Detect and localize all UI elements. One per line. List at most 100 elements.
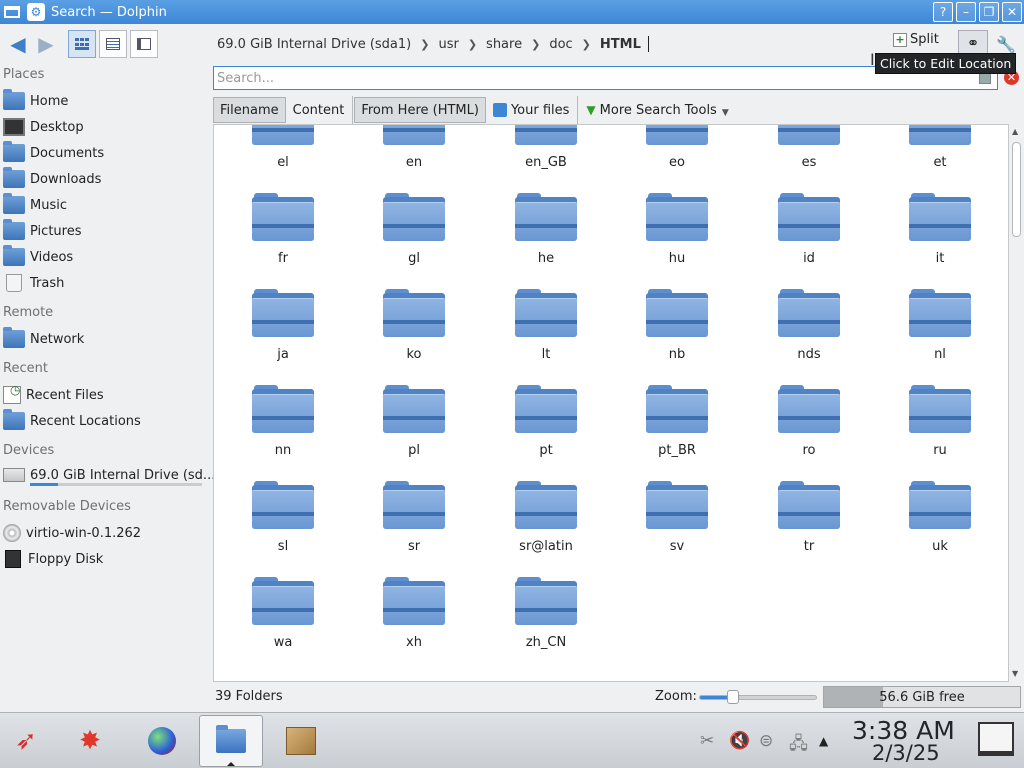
back-button[interactable]: ◀	[4, 30, 32, 58]
volume-muted-icon[interactable]: 🔇	[729, 731, 750, 751]
folder-item[interactable]: en_GB	[486, 125, 606, 187]
taskbar-dolphin[interactable]	[199, 715, 263, 767]
user-home-icon	[492, 103, 507, 117]
zoom-slider[interactable]	[699, 690, 817, 704]
folder-item[interactable]: es	[749, 125, 869, 187]
folder-item[interactable]: xh	[354, 577, 474, 667]
split-button[interactable]: + Split	[893, 32, 939, 47]
icons-view-button[interactable]	[68, 30, 96, 58]
folder-item[interactable]: he	[486, 193, 606, 283]
folder-item[interactable]: el	[223, 125, 343, 187]
folder-item[interactable]: ro	[749, 385, 869, 475]
folder-item[interactable]: eo	[617, 125, 737, 187]
folder-item[interactable]: pt_BR	[617, 385, 737, 475]
folder-item[interactable]: sr	[354, 481, 474, 571]
minimize-button[interactable]: –	[956, 2, 976, 22]
taskbar-package-manager[interactable]	[281, 721, 321, 761]
clock-date[interactable]: 2/3/25	[872, 741, 940, 765]
clipboard-scissors-icon[interactable]: ✂	[700, 731, 714, 751]
folder-item[interactable]: zh_CN	[486, 577, 606, 667]
green-triangle-icon: ▼	[586, 103, 596, 117]
filter-content-button[interactable]: Content	[286, 97, 352, 123]
folder-item[interactable]: nb	[617, 289, 737, 379]
folder-item[interactable]: sr@latin	[486, 481, 606, 571]
breadcrumb-item[interactable]: 69.0 GiB Internal Drive (sda1)	[215, 37, 413, 52]
breadcrumb-item[interactable]: share	[484, 37, 524, 52]
breadcrumb-current[interactable]: HTML	[598, 37, 643, 52]
folder-item[interactable]: en	[354, 125, 474, 187]
more-search-tools-button[interactable]: ▼ More Search Tools ▼	[579, 97, 735, 123]
scrollbar-thumb[interactable]	[1012, 142, 1021, 237]
place-music[interactable]: Music	[3, 193, 67, 217]
folder-item[interactable]: nds	[749, 289, 869, 379]
details-view-button[interactable]	[130, 30, 158, 58]
window-menu-icon[interactable]	[1, 1, 23, 23]
folder-item[interactable]: ru	[880, 385, 1000, 475]
breadcrumb[interactable]: 69.0 GiB Internal Drive (sda1) ❯ usr ❯ s…	[215, 24, 649, 64]
update-icon[interactable]: ⊜	[759, 731, 773, 751]
network-icon[interactable]: 🖧	[789, 731, 808, 760]
place-trash[interactable]: Trash	[3, 271, 64, 295]
forward-button[interactable]: ▶	[32, 30, 60, 58]
breadcrumb-item[interactable]: usr	[436, 37, 460, 52]
search-filter-bar: Filename Content From Here (HTML) Your f…	[213, 96, 736, 124]
taskbar-app-2[interactable]: ✸	[70, 721, 110, 761]
filter-your-files-button[interactable]: Your files	[486, 97, 576, 123]
folder-item[interactable]: ko	[354, 289, 474, 379]
folder-item[interactable]: lt	[486, 289, 606, 379]
folder-item[interactable]: wa	[223, 577, 343, 667]
compact-view-button[interactable]	[99, 30, 127, 58]
title-bar: ⚙ Search — Dolphin ? – ❐ ✕	[0, 0, 1024, 24]
folder-item[interactable]: id	[749, 193, 869, 283]
maximize-button[interactable]: ❐	[979, 2, 999, 22]
section-recent: Recent	[3, 361, 48, 376]
taskbar-browser[interactable]	[142, 721, 182, 761]
show-desktop-button[interactable]	[978, 722, 1014, 756]
file-view[interactable]: el en en_GB eo es et fr gl he hu id it ja ko lt nb nds nl…	[213, 124, 1009, 682]
folder-item[interactable]: gl	[354, 193, 474, 283]
search-input[interactable]	[214, 67, 954, 89]
item-count: 39 Folders	[215, 689, 283, 704]
scroll-up-icon[interactable]: ▲	[1012, 127, 1018, 136]
folder-item[interactable]: pt	[486, 385, 606, 475]
documents-folder-icon	[3, 141, 25, 162]
folder-item[interactable]: fr	[223, 193, 343, 283]
device-virtio-cd[interactable]: virtio-win-0.1.262	[3, 521, 141, 545]
folder-item[interactable]: it	[880, 193, 1000, 283]
place-recent-locations[interactable]: Recent Locations	[3, 409, 141, 433]
folder-item[interactable]: nl	[880, 289, 1000, 379]
folder-item[interactable]: et	[880, 125, 1000, 187]
folder-item[interactable]: hu	[617, 193, 737, 283]
folder-label: et	[933, 155, 947, 170]
device-floppy[interactable]: Floppy Disk	[3, 547, 103, 571]
place-desktop[interactable]: Desktop	[3, 115, 84, 139]
scroll-down-icon[interactable]: ▼	[1012, 669, 1018, 678]
place-documents[interactable]: Documents	[3, 141, 104, 165]
place-downloads[interactable]: Downloads	[3, 167, 101, 191]
filter-from-here-button[interactable]: From Here (HTML)	[354, 97, 486, 123]
folder-item[interactable]: tr	[749, 481, 869, 571]
folder-icon	[383, 481, 445, 529]
help-button[interactable]: ?	[933, 2, 953, 22]
zoom-slider-handle[interactable]	[727, 690, 740, 704]
folder-item[interactable]: sv	[617, 481, 737, 571]
free-space-indicator[interactable]: 56.6 GiB free	[823, 686, 1021, 708]
application-launcher[interactable]: ➶	[6, 721, 46, 761]
folder-item[interactable]: pl	[354, 385, 474, 475]
place-network[interactable]: Network	[3, 327, 84, 351]
folder-item[interactable]: ja	[223, 289, 343, 379]
folder-item[interactable]: nn	[223, 385, 343, 475]
folder-icon	[778, 289, 840, 337]
tray-expand-icon[interactable]: ▲	[819, 734, 828, 748]
place-pictures[interactable]: Pictures	[3, 219, 81, 243]
close-button[interactable]: ✕	[1002, 2, 1022, 22]
folder-icon	[515, 385, 577, 433]
folder-item[interactable]: uk	[880, 481, 1000, 571]
folder-item[interactable]: sl	[223, 481, 343, 571]
place-home[interactable]: Home	[3, 89, 68, 113]
vertical-scrollbar[interactable]: ▲ ▼	[1009, 124, 1024, 682]
place-recent-files[interactable]: Recent Files	[3, 383, 104, 407]
breadcrumb-item[interactable]: doc	[547, 37, 574, 52]
filter-filename-button[interactable]: Filename	[213, 97, 286, 123]
place-videos[interactable]: Videos	[3, 245, 73, 269]
